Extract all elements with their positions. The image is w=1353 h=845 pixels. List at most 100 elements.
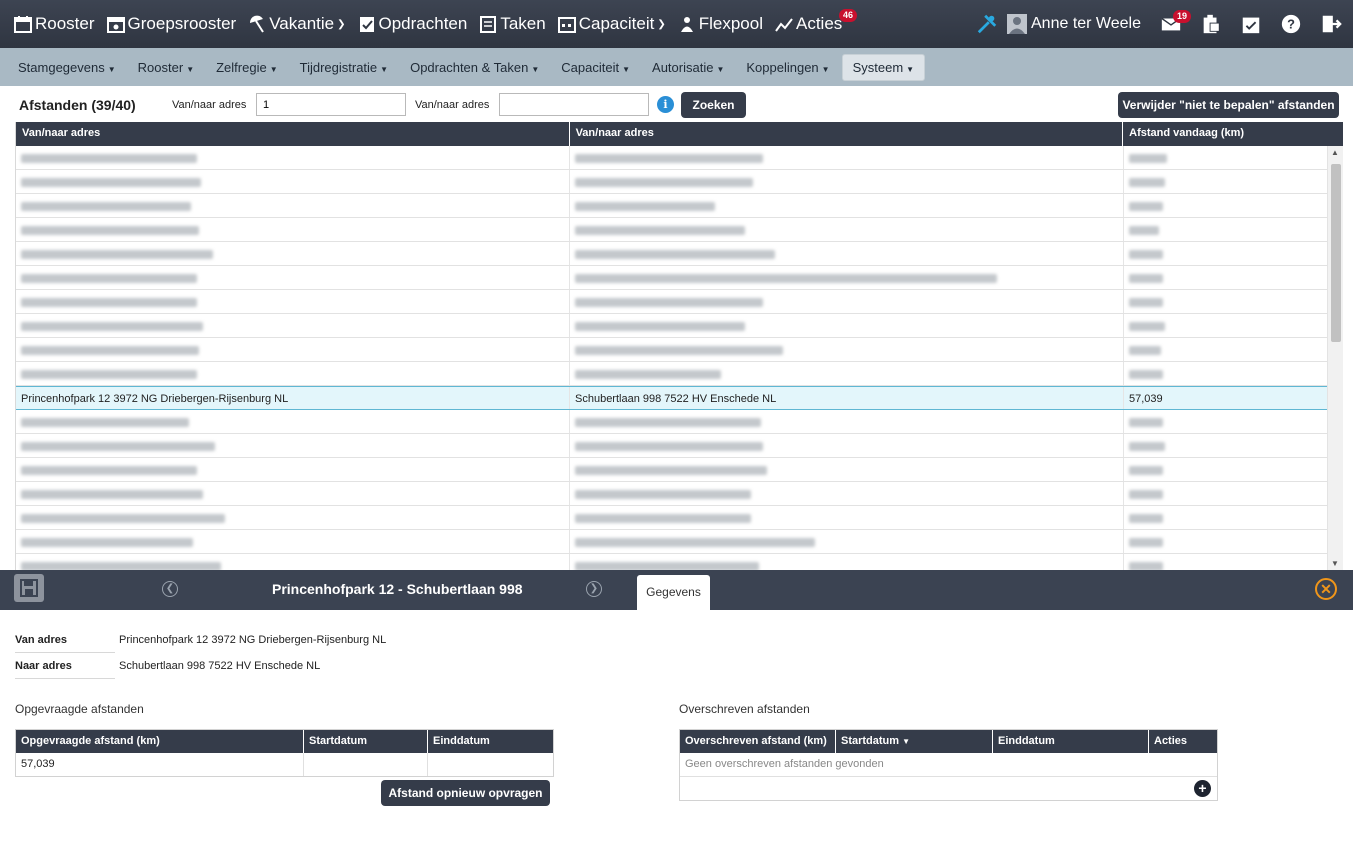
remove-undeterminable-button[interactable]: Verwijder "niet te bepalen" afstanden: [1118, 92, 1339, 118]
column-header-acties: Acties: [1154, 735, 1188, 747]
nav-taken[interactable]: Taken: [479, 14, 546, 34]
redacted-text: [21, 250, 213, 259]
column-header-einddatum[interactable]: Einddatum: [993, 730, 1149, 753]
nav-capaciteit[interactable]: Capaciteit ❯: [557, 14, 666, 34]
column-header-to[interactable]: Van/naar adres: [570, 122, 1124, 146]
selected-table-row[interactable]: Princenhofpark 12 3972 NG Driebergen-Rij…: [16, 386, 1343, 410]
redacted-text: [1129, 322, 1165, 331]
subnav-label: Stamgegevens: [18, 59, 105, 75]
table-row[interactable]: [16, 458, 1343, 482]
subnav-rooster[interactable]: Rooster ▼: [128, 55, 204, 80]
scroll-up-icon[interactable]: ▲: [1331, 148, 1339, 157]
address-from-input[interactable]: [256, 93, 406, 116]
redacted-cell: [16, 266, 570, 289]
table-row[interactable]: [16, 362, 1343, 386]
acties-badge: 46: [838, 9, 857, 22]
add-icon[interactable]: +: [1194, 780, 1211, 797]
clipboard-icon[interactable]: [1199, 12, 1223, 36]
column-header-startdatum-sorted[interactable]: Startdatum ▼: [836, 730, 993, 753]
nav-flexpool[interactable]: Flexpool: [678, 14, 763, 34]
overwritten-table-header: Overschreven afstand (km) Startdatum ▼ E…: [680, 730, 1217, 753]
subnav-label: Systeem: [852, 59, 904, 75]
request-distance-again-button[interactable]: Afstand opnieuw opvragen: [381, 780, 550, 806]
redacted-text: [1129, 538, 1163, 547]
table-row[interactable]: [16, 290, 1343, 314]
column-header-einddatum[interactable]: Einddatum: [428, 730, 553, 753]
address-to-input[interactable]: [499, 93, 649, 116]
subnav-systeem[interactable]: Systeem ▼: [841, 53, 926, 81]
nav-label: Taken: [500, 14, 546, 33]
subnav-zelfregie[interactable]: Zelfregie ▼: [206, 55, 288, 80]
table-row[interactable]: [16, 506, 1343, 530]
table-row[interactable]: [16, 170, 1343, 194]
table-row[interactable]: [16, 410, 1343, 434]
redacted-text: [575, 346, 783, 355]
info-icon[interactable]: i: [657, 96, 674, 113]
redacted-cell: [570, 362, 1124, 385]
calendar-check-icon[interactable]: [1239, 12, 1263, 36]
redacted-text: [21, 298, 197, 307]
scroll-down-icon[interactable]: ▼: [1331, 559, 1339, 568]
redacted-text: [21, 274, 197, 283]
table-row[interactable]: [16, 242, 1343, 266]
caret-down-icon: ▼: [186, 64, 195, 74]
tasks-icon: [479, 15, 497, 33]
redacted-cell: [1124, 458, 1328, 481]
subnav-tijdregistratie[interactable]: Tijdregistratie ▼: [290, 55, 398, 80]
subnav-capaciteit[interactable]: Capaciteit ▼: [551, 55, 640, 80]
redacted-text: [1129, 562, 1163, 570]
scrollbar-thumb[interactable]: [1331, 164, 1341, 342]
table-row[interactable]: 57,039: [16, 753, 553, 776]
table-row[interactable]: [16, 338, 1343, 362]
table-row[interactable]: [16, 482, 1343, 506]
table-row[interactable]: [16, 530, 1343, 554]
vertical-scrollbar[interactable]: ▲ ▼: [1327, 146, 1343, 570]
caret-down-icon: ▼: [821, 64, 830, 74]
redacted-text: [21, 490, 203, 499]
redacted-text: [575, 490, 751, 499]
column-header-from[interactable]: Van/naar adres: [16, 122, 570, 146]
search-button[interactable]: Zoeken: [681, 92, 746, 118]
table-row[interactable]: [16, 194, 1343, 218]
calendar-icon: [14, 15, 32, 33]
tab-gegevens[interactable]: Gegevens: [637, 575, 710, 610]
nav-label: Flexpool: [698, 14, 763, 33]
nav-acties[interactable]: Acties 46: [775, 9, 857, 34]
column-header-requested-distance[interactable]: Opgevraagde afstand (km): [16, 730, 304, 753]
redacted-cell: [1124, 338, 1328, 361]
logout-icon[interactable]: [1319, 12, 1343, 36]
table-row[interactable]: [16, 146, 1343, 170]
mail-icon[interactable]: 19: [1159, 10, 1191, 36]
subnav-label: Rooster: [137, 59, 184, 75]
help-icon[interactable]: ?: [1279, 12, 1303, 36]
redacted-text: [1129, 418, 1163, 427]
sort-desc-icon: ▼: [902, 737, 911, 746]
nav-vakantie[interactable]: Vakantie ❯: [248, 14, 346, 34]
caret-down-icon: ▼: [269, 64, 278, 74]
nav-opdrachten[interactable]: Opdrachten: [358, 14, 467, 34]
table-row[interactable]: [16, 218, 1343, 242]
table-row[interactable]: [16, 434, 1343, 458]
user-menu[interactable]: Anne ter Weele: [1007, 14, 1141, 34]
table-row[interactable]: [16, 554, 1343, 570]
caret-down-icon: ▼: [622, 64, 631, 74]
save-icon[interactable]: [14, 574, 44, 602]
startdatum-cell: [304, 753, 428, 776]
next-record-icon[interactable]: ❯: [586, 581, 602, 597]
previous-record-icon[interactable]: ❮: [162, 581, 178, 597]
subnav-autorisatie[interactable]: Autorisatie ▼: [642, 55, 734, 80]
redacted-cell: [1124, 434, 1328, 457]
nav-rooster[interactable]: Rooster: [14, 14, 95, 34]
nav-groepsrooster[interactable]: Groepsrooster: [106, 14, 236, 34]
column-header-overwritten-distance[interactable]: Overschreven afstand (km): [680, 730, 836, 753]
mail-badge: 19: [1172, 10, 1191, 23]
column-header-distance[interactable]: Afstand vandaag (km): [1123, 122, 1343, 146]
table-row[interactable]: [16, 314, 1343, 338]
close-icon[interactable]: ✕: [1315, 578, 1337, 600]
table-row[interactable]: [16, 266, 1343, 290]
column-header-startdatum[interactable]: Startdatum: [304, 730, 428, 753]
subnav-koppelingen[interactable]: Koppelingen ▼: [736, 55, 839, 80]
tools-icon[interactable]: [975, 12, 999, 36]
subnav-stamgegevens[interactable]: Stamgegevens ▼: [8, 55, 126, 80]
subnav-opdrachten-taken[interactable]: Opdrachten & Taken ▼: [400, 55, 549, 80]
